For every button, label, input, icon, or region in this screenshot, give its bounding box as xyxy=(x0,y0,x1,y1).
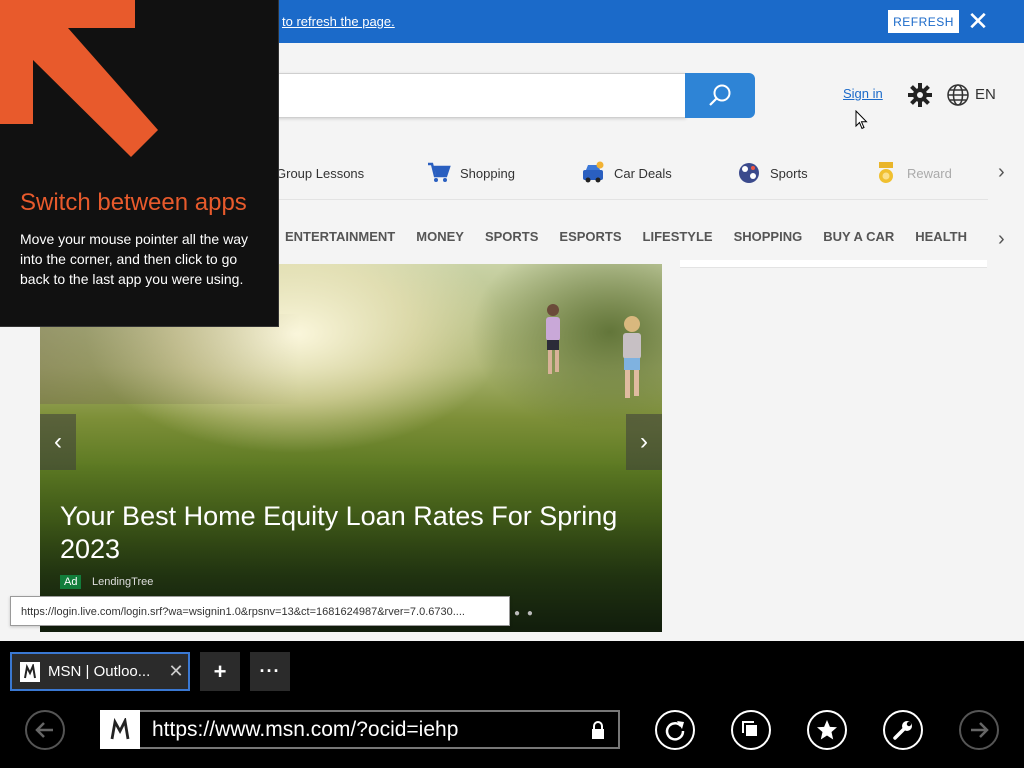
chevron-right-icon[interactable]: › xyxy=(998,228,1014,250)
search-button[interactable] xyxy=(685,73,755,118)
category-nav: ENTERTAINMENT MONEY SPORTS ESPORTS LIFES… xyxy=(285,229,988,247)
quick-link-rewards[interactable]: Reward xyxy=(873,150,952,196)
favorites-button[interactable] xyxy=(807,710,847,750)
hero-figure xyxy=(623,316,641,398)
nav-tab-shopping[interactable]: SHOPPING xyxy=(734,229,803,247)
nav-tab-entertainment[interactable]: ENTERTAINMENT xyxy=(285,229,395,247)
ad-source: LendingTree xyxy=(92,576,154,588)
refresh-button[interactable]: REFRESH xyxy=(888,10,959,33)
carousel-prev-button[interactable]: ‹ xyxy=(40,414,76,470)
refresh-page-button[interactable] xyxy=(655,710,695,750)
carousel-dots[interactable]: ● ● xyxy=(514,608,535,619)
close-notification-button[interactable]: ✕ xyxy=(964,8,992,36)
status-url-tooltip: https://login.live.com/login.srf?wa=wsig… xyxy=(10,596,510,626)
browser-tab[interactable]: MSN | Outloo... ✕ xyxy=(10,652,190,691)
medal-icon xyxy=(873,160,899,186)
search-input[interactable] xyxy=(272,73,686,118)
nav-tab-esports[interactable]: ESPORTS xyxy=(559,229,621,247)
globe-icon[interactable] xyxy=(946,83,970,107)
side-card xyxy=(680,260,987,268)
chevron-right-icon[interactable]: › xyxy=(998,162,1014,182)
quick-link-label: Shopping xyxy=(460,165,515,181)
search-icon xyxy=(709,84,731,106)
address-bar[interactable]: https://www.msn.com/?ocid=iehp xyxy=(100,710,620,749)
divider xyxy=(270,199,988,200)
new-tab-button[interactable]: + xyxy=(200,652,240,691)
quick-link-label: Car Deals xyxy=(614,165,672,181)
tip-body: Move your mouse pointer all the way into… xyxy=(20,231,248,287)
tab-options-button[interactable]: ··· xyxy=(250,652,290,691)
refresh-icon xyxy=(665,721,685,741)
tab-title: MSN | Outloo... xyxy=(48,663,151,680)
close-tab-button[interactable]: ✕ xyxy=(164,661,188,682)
quick-link-group-lessons[interactable]: Group Lessons xyxy=(276,150,364,196)
language-selector[interactable]: EN xyxy=(975,86,996,103)
hero-figure xyxy=(546,304,560,374)
refresh-link[interactable]: to refresh the page. xyxy=(282,14,395,29)
back-button[interactable] xyxy=(25,710,65,750)
car-icon xyxy=(580,160,606,186)
nav-tab-sports[interactable]: SPORTS xyxy=(485,229,538,247)
nav-tab-money[interactable]: MONEY xyxy=(416,229,464,247)
nav-tab-health[interactable]: HEALTH xyxy=(915,229,967,247)
tabs-button[interactable] xyxy=(731,710,771,750)
quick-link-shopping[interactable]: Shopping xyxy=(426,150,515,196)
address-text[interactable]: https://www.msn.com/?ocid=iehp xyxy=(140,718,578,742)
quick-link-sports[interactable]: Sports xyxy=(736,150,808,196)
msn-logo-icon xyxy=(100,710,140,749)
ad-badge: Ad xyxy=(60,575,82,589)
switch-apps-tip: Switch between apps Move your mouse poin… xyxy=(0,0,279,327)
arrow-up-left-icon xyxy=(0,0,158,157)
gear-icon[interactable] xyxy=(907,82,933,108)
star-icon xyxy=(817,720,837,740)
tip-title: Switch between apps xyxy=(20,189,247,216)
carousel-next-button[interactable]: › xyxy=(626,414,662,470)
forward-button[interactable] xyxy=(959,710,999,750)
wrench-icon xyxy=(893,721,912,740)
arrow-left-icon xyxy=(35,722,53,738)
page-tools-button[interactable] xyxy=(883,710,923,750)
cart-icon xyxy=(426,160,452,186)
hero-background xyxy=(40,314,300,404)
mouse-cursor-icon xyxy=(855,110,868,130)
quick-link-label: Reward xyxy=(907,165,952,181)
quick-link-label: Group Lessons xyxy=(276,165,365,181)
hero-headline[interactable]: Your Best Home Equity Loan Rates For Spr… xyxy=(60,500,650,566)
lock-icon[interactable] xyxy=(578,720,618,740)
quick-link-label: Sports xyxy=(770,165,808,181)
tabs-icon xyxy=(742,721,757,736)
ball-icon xyxy=(736,160,762,186)
quick-links-bar: Group Lessons Shopping Car Deals Sports … xyxy=(270,150,990,196)
sign-in-link[interactable]: Sign in xyxy=(843,86,883,101)
msn-logo-icon xyxy=(20,661,40,682)
quick-link-car-deals[interactable]: Car Deals xyxy=(580,150,672,196)
nav-tab-lifestyle[interactable]: LIFESTYLE xyxy=(643,229,713,247)
nav-tab-buy-a-car[interactable]: BUY A CAR xyxy=(823,229,894,247)
arrow-right-icon xyxy=(971,722,989,738)
